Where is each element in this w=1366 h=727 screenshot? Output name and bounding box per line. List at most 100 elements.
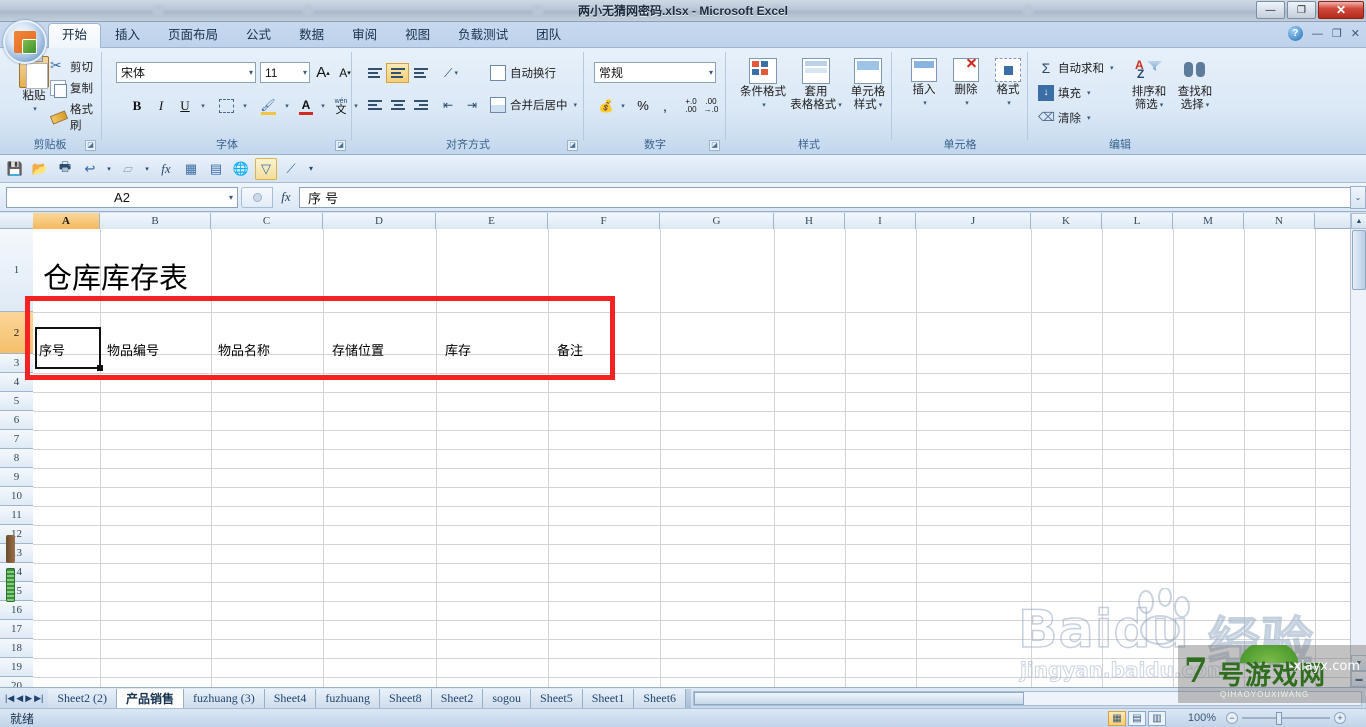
toolbar-chevron-down-icon[interactable]: ▾ [305,158,317,180]
decrease-decimal-button[interactable]: .00 →.0 [700,95,722,116]
office-button[interactable] [3,20,47,64]
sheet-tab-10[interactable]: Sheet6 [634,688,687,708]
sheet-tab-3[interactable]: Sheet4 [264,688,317,708]
sheet-tab-2[interactable]: fuzhuang (3) [184,688,265,708]
page-break-view-button[interactable]: ▥ [1148,710,1166,726]
accounting-chevron-down-icon[interactable]: ▾ [616,95,628,116]
conditional-formatting-chevron-down-icon[interactable]: ▾ [762,99,766,112]
rows-view-icon[interactable]: ▤ [205,158,227,180]
font-color-chevron-down-icon[interactable]: ▾ [316,95,328,117]
print-icon[interactable]: 🖶 [54,158,76,180]
fill-handle[interactable] [97,365,103,371]
doc-restore-button[interactable]: ❐ [1332,27,1342,40]
scroll-up-arrow-icon[interactable]: ▲ [1351,213,1366,229]
grid-table-icon[interactable]: ▦ [180,158,202,180]
font-size-combo[interactable]: 11 ▾ [260,62,310,83]
freeze-pane-handle[interactable] [6,535,15,563]
formula-input[interactable]: 序 号 [299,186,1350,208]
horizontal-scroll-thumb[interactable] [694,691,1025,705]
header-cell-3[interactable]: 存储位置 [332,340,384,359]
column-header-J[interactable]: J [916,213,1031,229]
copy-button[interactable]: 复制 [50,80,93,98]
row-header-14[interactable]: 14 [0,563,33,582]
borders-chevron-down-icon[interactable]: ▾ [238,95,250,117]
tab-split-handle[interactable] [686,688,692,708]
active-cell-selection[interactable] [35,327,103,371]
cell-area[interactable]: 仓库库存表 序号 物品编号 物品名称 存储位置 库存 备注 [33,229,1366,687]
underline-chevron-down-icon[interactable]: ▾ [196,95,208,117]
merge-center-button[interactable]: 合并后居中 ▾ [490,97,577,113]
tab-formulas[interactable]: 公式 [232,23,285,48]
number-format-combo[interactable]: 常规 ▾ [594,62,716,83]
cell-styles-chevron-down-icon[interactable]: ▾ [879,99,883,112]
row-header-2[interactable]: 2 [0,312,33,354]
alignment-dialog-launcher[interactable]: ◪ [567,140,578,151]
fill-color-button[interactable]: 🖌 [256,95,280,117]
normal-view-button[interactable]: ▦ [1108,710,1126,726]
row-header-11[interactable]: 11 [0,506,33,525]
split-bar-handle[interactable] [6,568,15,602]
delete-cells-button[interactable]: 删除 ▾ [946,58,986,110]
format-as-table-chevron-down-icon[interactable]: ▾ [838,99,842,112]
prev-sheet-icon[interactable]: ◀ [16,693,23,704]
tab-review[interactable]: 审阅 [338,23,391,48]
redo-icon[interactable]: ▱ [117,158,139,180]
column-header-E[interactable]: E [436,213,548,229]
row-header-3[interactable]: 3 [0,354,33,373]
autosum-chevron-down-icon[interactable]: ▾ [1110,64,1114,72]
row-header-1[interactable]: 1 [0,229,33,312]
borders-button[interactable] [214,95,238,117]
row-header-8[interactable]: 8 [0,449,33,468]
zoom-slider[interactable]: − + [1226,711,1346,725]
undo-icon[interactable]: ↩ [79,158,101,180]
zoom-out-button[interactable]: − [1226,712,1238,724]
conditional-formatting-button[interactable]: 条件格式 ▾ [736,58,790,112]
header-cell-2[interactable]: 物品名称 [218,340,270,359]
phonetic-guide-button[interactable]: wén 文 [330,95,352,117]
italic-button[interactable]: I [150,95,172,117]
insert-cells-chevron-down-icon[interactable]: ▾ [923,97,927,110]
tab-data[interactable]: 数据 [285,23,338,48]
column-header-G[interactable]: G [660,213,774,229]
next-sheet-icon[interactable]: ▶ [25,693,32,704]
insert-cells-button[interactable]: 插入 ▾ [904,58,944,110]
scroll-down-arrow-icon[interactable]: ▼ [1351,655,1366,671]
maximize-button[interactable]: ❐ [1287,1,1316,19]
cell-styles-button[interactable]: 单元格 样式 ▾ [844,58,892,112]
minimize-button[interactable]: — [1256,1,1285,19]
sheet-tab-5[interactable]: Sheet8 [380,688,432,708]
fill-button[interactable]: ↓ 填充 ▾ [1038,85,1091,101]
underline-button[interactable]: U [174,95,196,117]
zoom-level[interactable]: 100% [1188,712,1216,724]
align-bottom-button[interactable] [409,63,432,83]
wrap-text-button[interactable]: 自动换行 [490,65,556,81]
row-header-18[interactable]: 18 [0,639,33,658]
formula-bar-splitter[interactable] [241,186,273,208]
close-button[interactable]: ✕ [1318,1,1364,19]
clipboard-dialog-launcher[interactable]: ◪ [85,140,96,151]
sheet-tab-8[interactable]: Sheet5 [531,688,583,708]
column-header-I[interactable]: I [845,213,916,229]
row-header-16[interactable]: 16 [0,601,33,620]
sheet-tab-9[interactable]: Sheet1 [582,688,635,708]
row-header-17[interactable]: 17 [0,620,33,639]
increase-decimal-button[interactable]: +.0.00 [680,95,702,116]
decrease-indent-button[interactable]: ⇤ [436,95,460,115]
format-cells-button[interactable]: 格式 ▾ [988,58,1028,110]
help-icon[interactable]: ? [1287,26,1303,41]
row-header-10[interactable]: 10 [0,487,33,506]
column-header-C[interactable]: C [211,213,323,229]
row-header-15[interactable]: 15 [0,582,33,601]
insert-function-button[interactable]: fx [273,189,299,205]
fill-chevron-down-icon[interactable]: ▾ [1087,89,1091,97]
shrink-font-button[interactable]: A ▾ [335,62,355,83]
paste-chevron-down-icon[interactable]: ▾ [33,103,37,116]
orientation-button[interactable]: ⟋ ▾ [438,63,464,83]
row-header-19[interactable]: 19 [0,658,33,677]
font-dialog-launcher[interactable]: ◪ [335,140,346,151]
align-top-button[interactable] [363,63,386,83]
column-header-A[interactable]: A [33,213,100,229]
column-header-B[interactable]: B [100,213,211,229]
align-center-button[interactable] [386,95,409,115]
sheet-tab-4[interactable]: fuzhuang [316,688,381,708]
